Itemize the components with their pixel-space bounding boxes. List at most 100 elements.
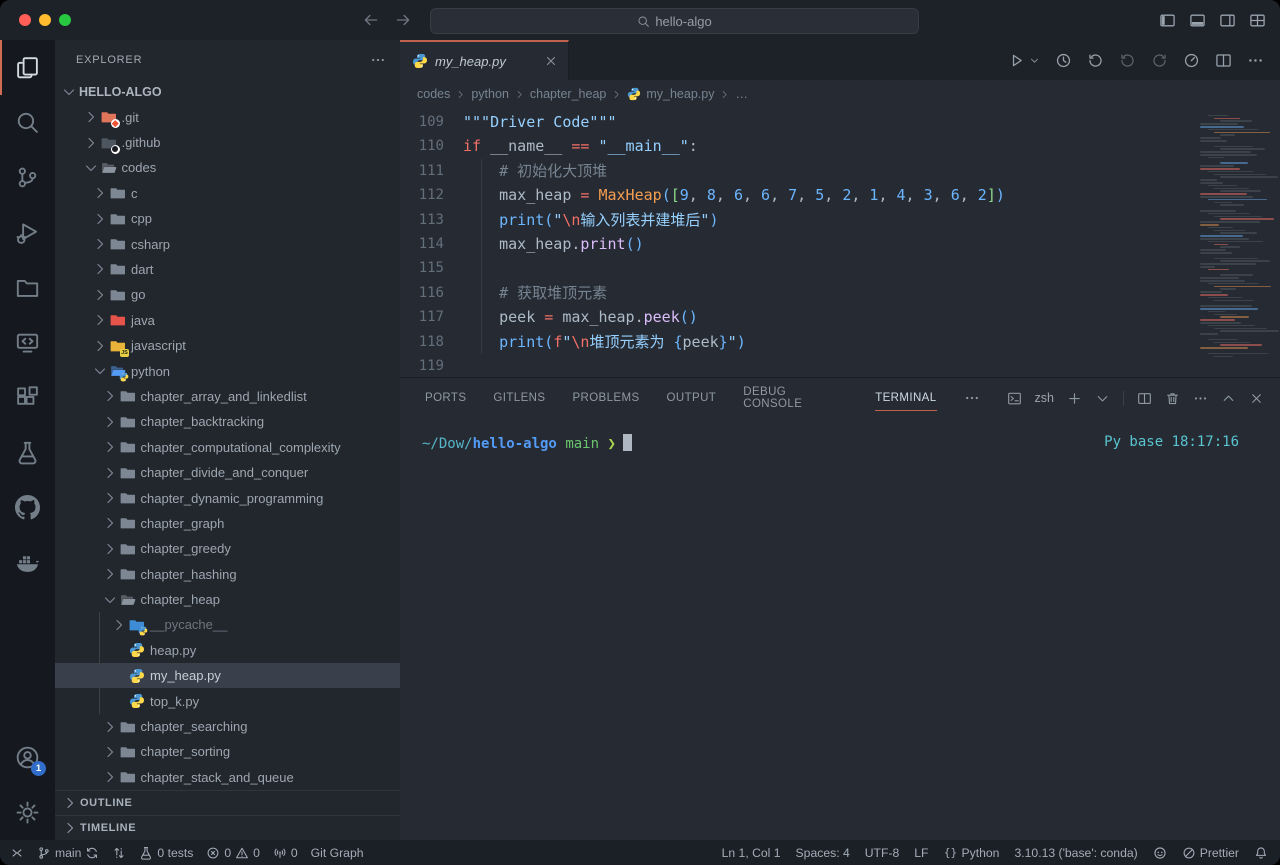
status-notifications[interactable] [1254, 846, 1268, 860]
sidebar-section-timeline[interactable]: TIMELINE [55, 815, 400, 840]
tree-item-chapter_divide_and_conquer[interactable]: chapter_divide_and_conquer [55, 460, 400, 485]
close-button[interactable] [19, 14, 31, 26]
breadcrumb-item[interactable]: … [735, 87, 748, 101]
status-prettier[interactable]: Prettier [1182, 846, 1239, 860]
status-encoding[interactable]: UTF-8 [865, 846, 900, 860]
status-git-branch[interactable]: main [37, 846, 99, 860]
code-line[interactable]: 112 max_heap = MaxHeap([9, 8, 6, 6, 7, 5… [400, 183, 1280, 207]
breadcrumb-item[interactable]: my_heap.py [646, 87, 714, 101]
tree-item-chapter_array_and_linkedlist[interactable]: chapter_array_and_linkedlist [55, 384, 400, 409]
code-line[interactable]: 110if __name__ == "__main__": [400, 134, 1280, 158]
code-line[interactable]: 114 max_heap.print() [400, 232, 1280, 256]
more-actions-icon[interactable] [370, 52, 386, 68]
run-python-file-icon[interactable] [1008, 52, 1025, 69]
tree-item-chapter_heap[interactable]: chapter_heap [55, 587, 400, 612]
code-line[interactable]: 117 peek = max_heap.peek() [400, 305, 1280, 329]
code-line[interactable]: 109"""Driver Code""" [400, 110, 1280, 134]
activity-run-and-debug[interactable] [0, 205, 55, 260]
line-number[interactable]: 111 [400, 159, 444, 183]
shell-label[interactable]: zsh [1035, 391, 1054, 405]
toggle-panel-icon[interactable] [1189, 12, 1206, 29]
status-problems[interactable]: 00 [206, 846, 260, 860]
line-number[interactable]: 110 [400, 134, 444, 158]
breadcrumb-item[interactable]: chapter_heap [530, 87, 606, 101]
breadcrumb-item[interactable]: python [471, 87, 509, 101]
run-dropdown-icon[interactable] [1029, 55, 1040, 66]
activity-settings[interactable] [0, 785, 55, 840]
tree-item-heap.py[interactable]: heap.py [55, 638, 400, 663]
status-tests[interactable]: 0 tests [139, 846, 193, 860]
code-line[interactable]: 115 [400, 256, 1280, 280]
close-panel-icon[interactable] [1249, 391, 1264, 406]
tree-item-c[interactable]: c [55, 181, 400, 206]
code-line[interactable]: 113 print("\n输入列表并建堆后") [400, 208, 1280, 232]
activity-source-control[interactable] [0, 150, 55, 205]
line-number[interactable]: 118 [400, 330, 444, 354]
tree-item-HELLO-ALGO[interactable]: HELLO-ALGO [55, 79, 400, 104]
code-line[interactable]: 119 [400, 354, 1280, 377]
split-terminal-icon[interactable] [1137, 391, 1152, 406]
status-gitlens-status[interactable] [112, 846, 126, 860]
tree-item-chapter_graph[interactable]: chapter_graph [55, 511, 400, 536]
tree-item-.github[interactable]: .github [55, 130, 400, 155]
sidebar-section-outline[interactable]: OUTLINE [55, 790, 400, 815]
activity-testing[interactable] [0, 425, 55, 480]
activity-project-manager[interactable] [0, 260, 55, 315]
activity-remote-explorer[interactable] [0, 315, 55, 370]
code-line[interactable]: 118 print(f"\n堆顶元素为 {peek}") [400, 330, 1280, 354]
command-center-search[interactable]: hello-algo [430, 8, 919, 34]
tree-item-java[interactable]: java [55, 308, 400, 333]
panel-tabs-overflow-icon[interactable] [964, 390, 980, 406]
line-number[interactable]: 119 [400, 354, 444, 377]
toggle-secondary-sidebar-icon[interactable] [1219, 12, 1236, 29]
tab-my-heap[interactable]: my_heap.py [400, 40, 569, 80]
line-number[interactable]: 109 [400, 110, 444, 134]
panel-tab-problems[interactable]: PROBLEMS [572, 378, 639, 418]
line-number[interactable]: 115 [400, 256, 444, 280]
terminal-profile-dropdown-icon[interactable] [1095, 391, 1110, 406]
kill-terminal-icon[interactable] [1165, 391, 1180, 406]
line-number[interactable]: 113 [400, 208, 444, 232]
tree-item-my_heap.py[interactable]: my_heap.py [55, 663, 400, 688]
new-terminal-icon[interactable] [1067, 391, 1082, 406]
tree-item-chapter_dynamic_programming[interactable]: chapter_dynamic_programming [55, 485, 400, 510]
panel-more-actions-icon[interactable] [1193, 391, 1208, 406]
status-cursor-position[interactable]: Ln 1, Col 1 [722, 846, 781, 860]
more-actions-icon[interactable] [1247, 52, 1264, 69]
minimap[interactable] [1196, 112, 1274, 362]
status-copilot[interactable] [1153, 846, 1167, 860]
shell-indicator-icon[interactable] [1007, 391, 1022, 406]
run-time-icon[interactable] [1183, 52, 1200, 69]
tree-item-chapter_searching[interactable]: chapter_searching [55, 714, 400, 739]
status-git-graph[interactable]: Git Graph [311, 846, 364, 860]
activity-github[interactable] [0, 480, 55, 535]
breadcrumb-item[interactable]: codes [417, 87, 450, 101]
tree-item-chapter_hashing[interactable]: chapter_hashing [55, 561, 400, 586]
tree-item-cpp[interactable]: cpp [55, 206, 400, 231]
tree-item-chapter_sorting[interactable]: chapter_sorting [55, 739, 400, 764]
activity-search[interactable] [0, 95, 55, 150]
panel-tab-output[interactable]: OUTPUT [667, 378, 717, 418]
navigate-forward-icon[interactable] [1151, 52, 1168, 69]
panel-tab-terminal[interactable]: TERMINAL [875, 378, 936, 418]
undo-run-icon[interactable] [1087, 52, 1104, 69]
tree-item-javascript[interactable]: JSjavascript [55, 333, 400, 358]
navigate-back-icon[interactable] [362, 11, 380, 29]
tree-item-.git[interactable]: .git [55, 104, 400, 129]
maximize-panel-icon[interactable] [1221, 391, 1236, 406]
tree-item-csharp[interactable]: csharp [55, 231, 400, 256]
tree-item-__pycache__[interactable]: __pycache__ [55, 612, 400, 637]
line-number[interactable]: 112 [400, 183, 444, 207]
status-indentation[interactable]: Spaces: 4 [796, 846, 850, 860]
tree-item-dart[interactable]: dart [55, 257, 400, 282]
toggle-primary-sidebar-icon[interactable] [1159, 12, 1176, 29]
code-editor[interactable]: 109"""Driver Code"""110if __name__ == "_… [400, 108, 1280, 377]
tree-item-chapter_backtracking[interactable]: chapter_backtracking [55, 409, 400, 434]
activity-extensions[interactable] [0, 370, 55, 425]
line-number[interactable]: 116 [400, 281, 444, 305]
code-line[interactable]: 116 # 获取堆顶元素 [400, 281, 1280, 305]
tree-item-codes[interactable]: codes [55, 155, 400, 180]
status-remote-indicator[interactable] [10, 846, 24, 860]
panel-tab-ports[interactable]: PORTS [425, 378, 466, 418]
status-eol[interactable]: LF [914, 846, 928, 860]
